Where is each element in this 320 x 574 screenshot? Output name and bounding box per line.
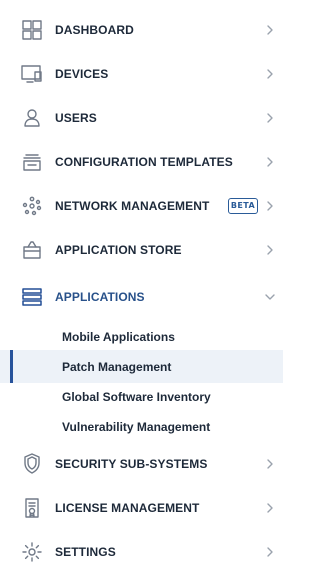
applications-icon bbox=[20, 285, 44, 309]
beta-badge: BETA bbox=[228, 198, 258, 214]
sidebar-subitem-label: Vulnerability Management bbox=[62, 419, 211, 434]
sidebar-navigation: DASHBOARD DEVICES USERS CONFIGURATION TE… bbox=[0, 0, 283, 564]
sidebar-item-devices[interactable]: DEVICES bbox=[0, 52, 283, 96]
license-management-icon bbox=[20, 496, 44, 520]
devices-icon bbox=[20, 62, 44, 86]
chevron-right-icon bbox=[264, 68, 276, 80]
sidebar-item-configuration-templates[interactable]: CONFIGURATION TEMPLATES bbox=[0, 140, 283, 184]
network-management-icon bbox=[20, 194, 44, 218]
sidebar-subitem-patch-management[interactable]: Patch Management bbox=[0, 350, 283, 383]
sidebar-item-label: USERS bbox=[55, 111, 97, 125]
sidebar-subitem-label: Patch Management bbox=[62, 359, 172, 374]
application-store-icon bbox=[20, 238, 44, 262]
chevron-right-icon bbox=[264, 546, 276, 558]
sidebar-item-label: NETWORK MANAGEMENT bbox=[55, 199, 210, 213]
chevron-right-icon bbox=[264, 502, 276, 514]
sidebar-item-label: SECURITY SUB-SYSTEMS bbox=[55, 457, 208, 471]
sidebar-item-label: LICENSE MANAGEMENT bbox=[55, 501, 200, 515]
security-sub-systems-icon bbox=[20, 452, 44, 476]
sidebar-subitem-global-software-inventory[interactable]: Global Software Inventory bbox=[0, 380, 283, 413]
dashboard-icon bbox=[20, 18, 44, 42]
chevron-down-icon bbox=[264, 291, 276, 303]
sidebar-item-security-sub-systems[interactable]: SECURITY SUB-SYSTEMS bbox=[0, 442, 283, 486]
sidebar-item-label: SETTINGS bbox=[55, 545, 116, 559]
sidebar-item-network-management[interactable]: NETWORK MANAGEMENT BETA bbox=[0, 184, 283, 228]
sidebar-item-label: APPLICATIONS bbox=[55, 290, 145, 304]
users-icon bbox=[20, 106, 44, 130]
settings-icon bbox=[20, 540, 44, 564]
chevron-right-icon bbox=[264, 458, 276, 470]
chevron-right-icon bbox=[264, 244, 276, 256]
sidebar-item-label: APPLICATION STORE bbox=[55, 243, 182, 257]
chevron-right-icon bbox=[264, 112, 276, 124]
sidebar-item-applications[interactable]: APPLICATIONS bbox=[0, 275, 283, 319]
sidebar-item-application-store[interactable]: APPLICATION STORE bbox=[0, 228, 283, 272]
sidebar-subitem-vulnerability-management[interactable]: Vulnerability Management bbox=[0, 410, 283, 443]
chevron-right-icon bbox=[264, 156, 276, 168]
sidebar-item-label: DEVICES bbox=[55, 67, 109, 81]
selection-indicator bbox=[10, 350, 13, 383]
configuration-templates-icon bbox=[20, 150, 44, 174]
sidebar-subitem-label: Global Software Inventory bbox=[62, 389, 211, 404]
sidebar-item-dashboard[interactable]: DASHBOARD bbox=[0, 8, 283, 52]
chevron-right-icon bbox=[264, 200, 276, 212]
sidebar-item-users[interactable]: USERS bbox=[0, 96, 283, 140]
sidebar-item-license-management[interactable]: LICENSE MANAGEMENT bbox=[0, 486, 283, 530]
chevron-right-icon bbox=[264, 24, 276, 36]
sidebar-item-label: DASHBOARD bbox=[55, 23, 134, 37]
sidebar-item-label: CONFIGURATION TEMPLATES bbox=[55, 155, 233, 169]
sidebar-item-settings[interactable]: SETTINGS bbox=[0, 530, 283, 574]
sidebar-subitem-mobile-applications[interactable]: Mobile Applications bbox=[0, 320, 283, 353]
sidebar-subitem-label: Mobile Applications bbox=[62, 329, 175, 344]
